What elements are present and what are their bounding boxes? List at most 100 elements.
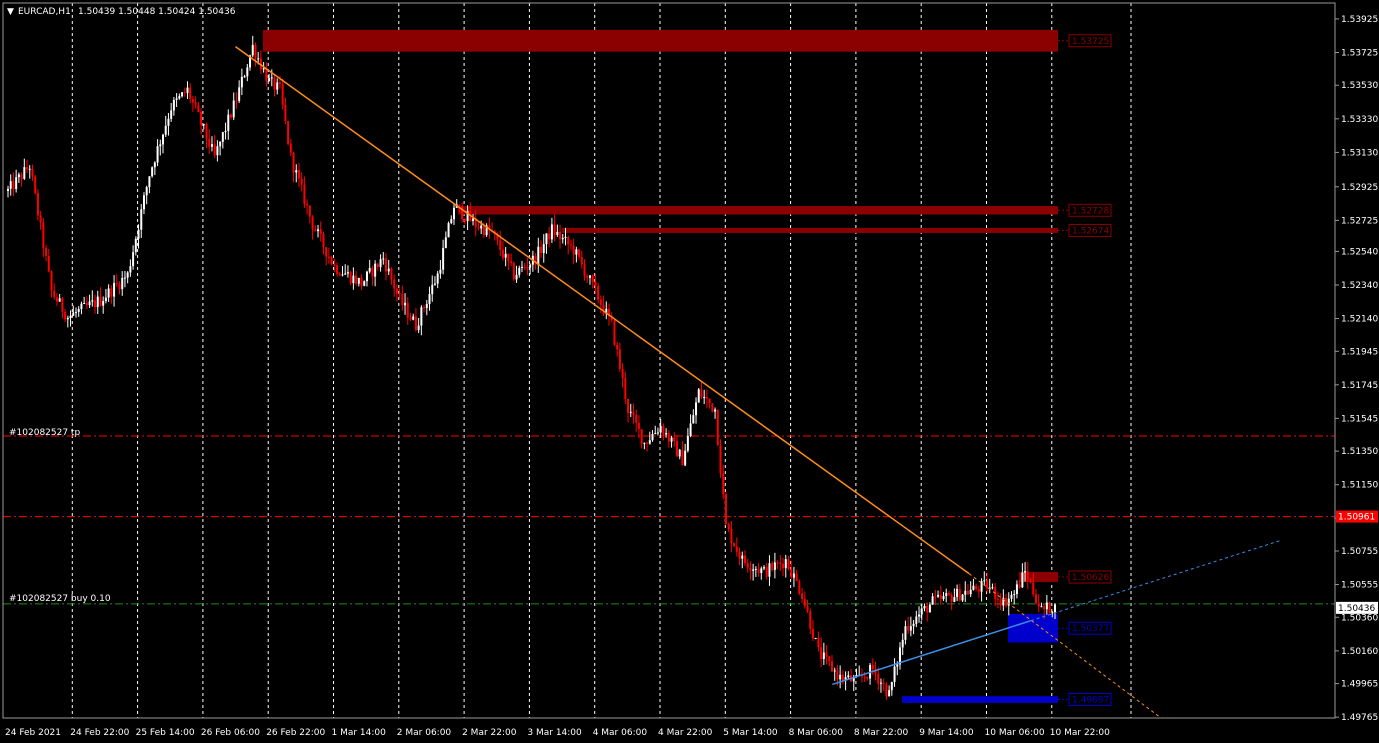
bull-candle: [80, 303, 83, 310]
bear-candle: [20, 174, 23, 179]
bull-candle: [175, 98, 178, 100]
bull-candle: [28, 168, 31, 170]
bear-candle: [877, 673, 880, 684]
bear-candle: [53, 290, 56, 298]
bull-candle: [504, 253, 507, 258]
bull-candle: [121, 277, 124, 290]
time-label: 24 Feb 2021: [5, 728, 61, 738]
bear-candle: [583, 264, 586, 277]
bear-candle: [338, 273, 341, 276]
bull-candle: [773, 562, 776, 570]
bull-candle: [654, 432, 657, 435]
time-label: 3 Mar 14:00: [527, 728, 582, 738]
buy-order-label: #102082527 buy 0.10: [9, 594, 111, 604]
bear-candle: [278, 82, 281, 84]
time-axis[interactable]: 24 Feb 2021 24 Feb 22:00 25 Feb 14:00 26 Fe…: [5, 728, 1110, 738]
time-label: 9 Mar 14:00: [919, 728, 974, 738]
bull-candle: [153, 162, 156, 168]
price-label: 1.52925: [1341, 183, 1378, 193]
bull-candle: [1024, 571, 1027, 573]
time-label: 8 Mar 22:00: [854, 728, 909, 738]
bear-candle: [719, 445, 722, 474]
bear-candle: [743, 555, 746, 564]
bear-candle: [36, 192, 39, 216]
bull-candle: [72, 312, 75, 316]
bear-candle: [512, 262, 515, 280]
bull-candle: [270, 77, 273, 79]
bear-candle: [733, 543, 736, 547]
bear-candle: [667, 433, 670, 442]
bull-candle: [262, 68, 265, 70]
bear-candle: [779, 562, 782, 564]
bull-candle: [69, 315, 72, 318]
bull-candle: [88, 301, 91, 306]
bear-candle: [1048, 602, 1051, 614]
price-chart[interactable]: 1.53725 1.52728 1.52674 1.50626 1.50377 1.498…: [0, 0, 1379, 743]
bear-candle: [385, 258, 388, 272]
bear-candle: [553, 224, 556, 235]
bear-candle: [55, 297, 58, 302]
bull-candle: [148, 176, 151, 188]
bear-candle: [1043, 606, 1046, 610]
tp-order-label: #102082527 tp: [9, 428, 80, 438]
bear-candle: [398, 293, 401, 295]
bear-candle: [1005, 598, 1008, 606]
bear-candle: [757, 569, 760, 573]
bull-candle: [689, 423, 692, 437]
price-label: 1.53925: [1341, 15, 1378, 25]
bull-candle: [768, 563, 771, 577]
bull-candle: [556, 231, 559, 235]
bull-candle: [104, 297, 107, 302]
bear-candle: [406, 302, 409, 318]
bull-candle: [912, 623, 915, 627]
bear-candle: [194, 102, 197, 105]
bear-candle: [64, 311, 67, 320]
bull-candle: [107, 288, 110, 298]
bear-candle: [336, 265, 339, 274]
bear-candle: [1034, 594, 1037, 604]
bear-candle: [809, 611, 812, 629]
bull-candle: [156, 146, 159, 163]
bear-candle: [640, 429, 643, 444]
symbol-menu-arrow[interactable]: ▼: [7, 7, 14, 17]
bull-candle: [357, 277, 360, 284]
bear-candle: [567, 236, 570, 245]
demand-zone: [902, 696, 1058, 703]
bear-candle: [882, 682, 885, 685]
bear-candle: [673, 437, 676, 442]
bear-candle: [662, 425, 665, 435]
bull-candle: [937, 594, 940, 597]
bull-candle: [227, 114, 230, 131]
bear-candle: [801, 593, 804, 599]
bull-candle: [232, 100, 235, 118]
bear-candle: [325, 247, 328, 257]
price-axis[interactable]: 1.53925 1.53725 1.53530 1.53330 1.53130 1.529…: [1335, 15, 1378, 723]
bull-candle: [257, 58, 260, 60]
bull-candle: [692, 415, 695, 424]
bear-candle: [841, 674, 844, 681]
bear-candle: [863, 676, 866, 678]
time-label: 25 Feb 14:00: [136, 728, 195, 738]
bear-candle: [787, 559, 790, 569]
bull-candle: [123, 277, 126, 279]
bear-candle: [749, 567, 752, 571]
bull-candle: [931, 596, 934, 605]
bear-candle: [569, 244, 572, 246]
bear-candle: [371, 267, 374, 277]
bear-candle: [637, 422, 640, 430]
bull-candle: [629, 411, 632, 413]
price-label: 1.53130: [1341, 148, 1378, 158]
bull-candle: [480, 225, 483, 229]
trendline-down: [234, 46, 970, 575]
bull-candle: [879, 682, 882, 684]
bear-candle: [303, 184, 306, 205]
bear-candle: [580, 256, 583, 265]
bull-candle: [96, 296, 99, 308]
bear-candle: [599, 299, 602, 305]
bull-candle: [703, 397, 706, 399]
price-label: 1.51150: [1341, 481, 1378, 491]
time-label: 24 Feb 22:00: [70, 728, 129, 738]
bull-candle: [1040, 606, 1043, 608]
vertical-grid: [71, 3, 1132, 718]
bear-candle: [871, 664, 874, 670]
